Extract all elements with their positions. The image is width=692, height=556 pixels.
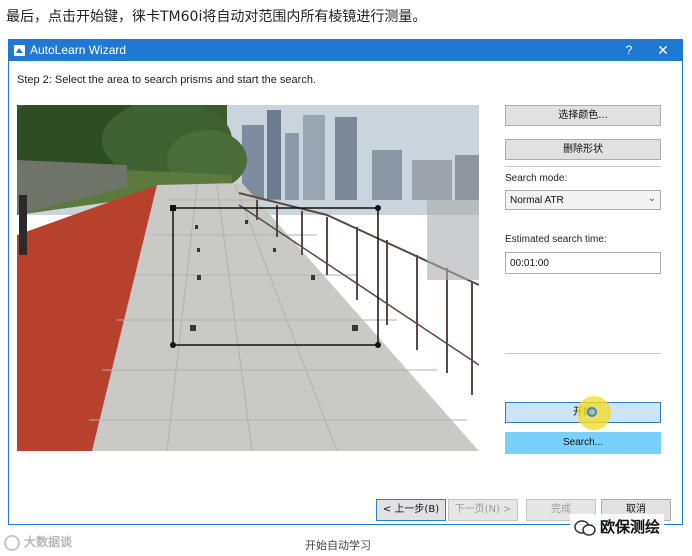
watermark-left: 大数据谈 [4,533,72,551]
wechat-icon [574,519,596,536]
article-caption-top: 最后，点击开始键，徕卡TM60i将自动对范围内所有棱镜进行测量。 [6,9,427,25]
chevron-down-icon: ⌄ [647,193,656,204]
next-page-button[interactable]: 下一页(N) > [448,499,518,521]
search-mode-select[interactable]: Normal ATR ⌄ [505,190,661,210]
article-caption-bottom: 开始自动学习 [305,539,371,552]
step-instruction: Step 2: Select the area to search prisms… [17,74,316,86]
window-title: AutoLearn Wizard [30,43,127,57]
search-mode-label: Search mode: [505,173,568,184]
help-button[interactable]: ? [618,41,640,60]
autolearn-wizard-dialog: AutoLearn Wizard ? ✕ Step 2: Select the … [8,39,683,525]
watermark-right: 欧保测绘 [570,514,665,539]
watermark-left-text: 大数据谈 [24,535,73,549]
app-icon [14,45,25,56]
pedestrian [19,195,27,255]
previous-step-button[interactable]: < 上一步(B) [376,499,446,521]
estimated-time-field: 00:01:00 [505,252,661,274]
search-mode-value: Normal ATR [510,195,564,206]
mouse-cursor-icon [587,407,597,417]
separator [505,353,661,354]
watermark-logo-icon [4,534,20,551]
title-bar: AutoLearn Wizard ? ✕ [9,40,682,61]
camera-view[interactable] [17,105,479,451]
estimated-time-label: Estimated search time: [505,234,607,245]
close-button[interactable]: ✕ [652,41,674,60]
search-button[interactable]: Search... [505,432,661,454]
select-color-button[interactable]: 选择颜色... [505,105,661,126]
separator [505,166,661,167]
estimated-time-value: 00:01:00 [510,258,549,269]
delete-shape-button[interactable]: 删除形状 [505,139,661,160]
watermark-right-text: 欧保测绘 [600,518,661,536]
